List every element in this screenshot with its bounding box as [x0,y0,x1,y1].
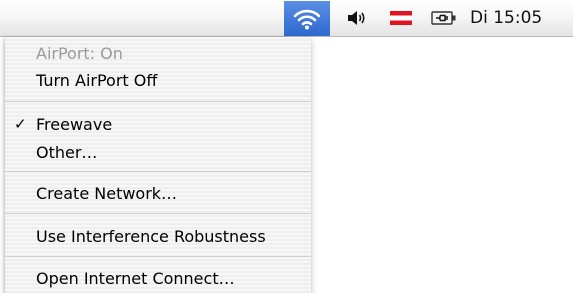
wifi-icon [293,9,321,29]
menu-separator [5,101,311,102]
menu-item-network-freewave[interactable]: ✓ Freewave [5,112,311,136]
create-network-label: Create Network… [36,183,178,203]
menu-item-turn-airport-off[interactable]: Turn AirPort Off [5,68,311,92]
menu-item-open-internet-connect[interactable]: Open Internet Connect… [5,266,311,290]
network-freewave-label: Freewave [36,114,113,134]
menu-bar: Di 15:05 [0,0,573,37]
battery-plugged-icon [431,11,456,25]
austria-flag-icon [390,11,412,25]
menubar-clock[interactable]: Di 15:05 [470,0,556,36]
menu-separator [5,256,311,257]
checkmark-icon: ✓ [14,115,27,133]
airport-status-label: AirPort: On [36,43,123,63]
menu-separator [5,213,311,214]
input-menu-extra[interactable] [386,0,416,36]
airport-dropdown-menu: AirPort: On Turn AirPort Off ✓ Freewave … [5,37,311,293]
other-network-label: Other… [36,142,98,162]
menu-separator [5,171,311,172]
airport-status-item: AirPort: On [5,41,311,65]
battery-menu-extra[interactable] [429,0,459,36]
airport-menu-extra[interactable] [284,1,330,36]
turn-airport-off-label: Turn AirPort Off [36,70,158,90]
speaker-volume-icon [348,11,365,25]
menu-item-interference-robustness[interactable]: Use Interference Robustness [5,224,311,248]
menu-item-other-network[interactable]: Other… [5,140,311,164]
interference-robustness-label: Use Interference Robustness [36,226,266,246]
menu-item-create-network[interactable]: Create Network… [5,181,311,205]
open-internet-connect-label: Open Internet Connect… [36,268,235,288]
volume-menu-extra[interactable] [342,0,372,36]
